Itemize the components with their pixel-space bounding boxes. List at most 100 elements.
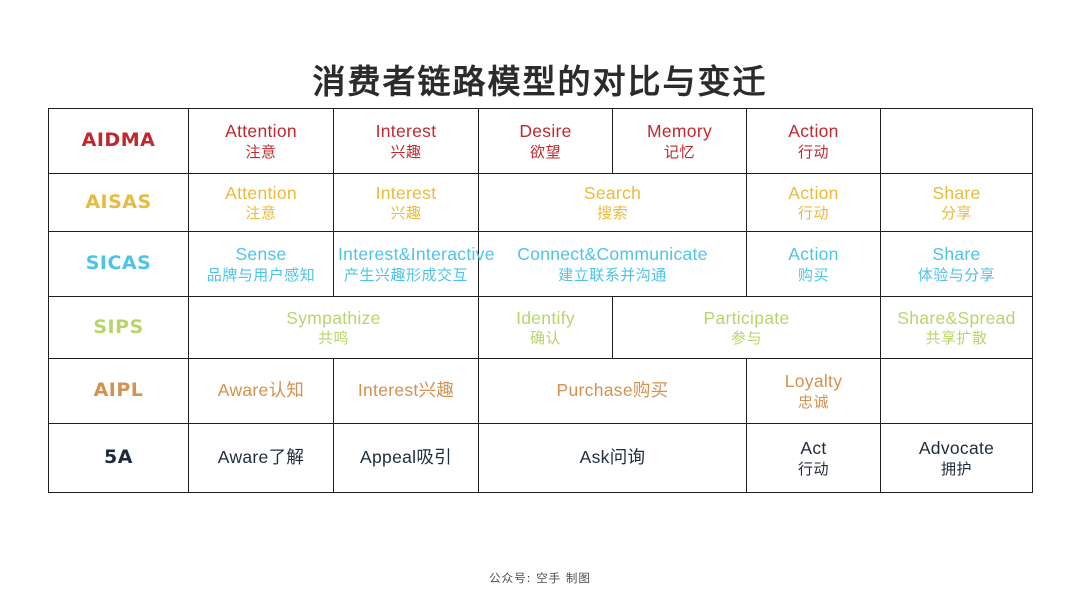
stage-text: Purchase购买: [556, 380, 669, 401]
stage-name-en: Share: [932, 244, 981, 265]
stage-cell: Participate 参与: [612, 296, 881, 359]
stage-cell: Connect&Communicate 建立联系并沟通: [478, 231, 747, 297]
stage-name-cn: 兴趣: [390, 204, 422, 223]
stage-name-cn: 共鸣: [317, 329, 349, 348]
stage-cell: Search 搜索: [478, 173, 747, 232]
stage-name-cn: 行动: [797, 142, 829, 161]
stage-cell: Purchase购买: [478, 358, 747, 424]
table-row: SICAS Sense 品牌与用户感知 Interest&Interactive 产生兴…: [48, 231, 1033, 297]
stage-name-en: Share&Spread: [897, 307, 1016, 328]
stage-name-en: Sympathize: [286, 307, 381, 328]
stage-name-en: Identify: [516, 307, 575, 328]
stage-name-en: Action: [788, 182, 839, 203]
model-label: AIPL: [93, 379, 144, 402]
stage-cell: Act 行动: [746, 423, 881, 493]
stage-name-en: Search: [583, 182, 642, 203]
stage-name-cn: 建立联系并沟通: [558, 265, 667, 284]
stage-name-cn: 兴趣: [390, 142, 422, 161]
stage-name-cn: 搜索: [596, 204, 628, 223]
stage-name-en: Interest&Interactive: [338, 244, 495, 265]
table-row: SIPS Sympathize 共鸣 Identify 确认 Participate 参与 S…: [48, 296, 1033, 359]
stage-name-cn: 参与: [730, 329, 762, 348]
stage-name-en: Attention: [225, 182, 297, 203]
stage-cell: Ask问询: [478, 423, 747, 493]
stage-cell-empty: [880, 358, 1033, 424]
stage-name-en: Participate: [703, 307, 790, 328]
stage-name-en: Connect&Communicate: [517, 244, 708, 265]
stage-name-cn: 品牌与用户感知: [206, 265, 316, 284]
stage-text: Interest兴趣: [357, 380, 455, 401]
stage-name-cn: 体验与分享: [917, 265, 996, 284]
model-label: SICAS: [85, 252, 152, 275]
stage-name-en: Act: [800, 438, 827, 459]
stage-cell: Advocate 拥护: [880, 423, 1033, 493]
stage-name-en: Loyalty: [784, 371, 843, 392]
stage-name-en: Advocate: [918, 438, 995, 459]
stage-cell: Appeal吸引: [333, 423, 479, 493]
footer-credit: 公众号: 空手 制图: [489, 571, 591, 585]
stage-name-en: Attention: [225, 121, 297, 142]
model-label-cell: 5A: [48, 423, 189, 493]
table-row: AISAS Attention 注意 Interest 兴趣 Search 搜索 Action…: [48, 173, 1033, 232]
page-title: 消费者链路模型的对比与变迁: [312, 62, 768, 102]
stage-name-en: Sense: [235, 244, 287, 265]
stage-cell: Sense 品牌与用户感知: [188, 231, 334, 297]
stage-cell: Action 行动: [746, 173, 881, 232]
stage-name-cn: 分享: [940, 204, 972, 223]
stage-name-cn: 确认: [529, 329, 561, 348]
stage-name-en: Desire: [519, 121, 572, 142]
stage-name-en: Share: [932, 182, 981, 203]
stage-text: Aware认知: [217, 380, 305, 401]
model-label-cell: AISAS: [48, 173, 189, 232]
model-label: SIPS: [93, 315, 144, 338]
stage-cell: Share 分享: [880, 173, 1033, 232]
table-row: AIDMA Attention 注意 Interest 兴趣 Desire 欲望 Memory…: [48, 108, 1033, 174]
stage-cell: Loyalty 忠诚: [746, 358, 881, 424]
stage-cell: Action 行动: [746, 108, 881, 174]
stage-text: Ask问询: [579, 447, 646, 468]
stage-name-cn: 注意: [245, 204, 277, 223]
stage-cell: Interest&Interactive 产生兴趣形成交互: [333, 231, 495, 297]
stage-name-en: Interest: [375, 121, 437, 142]
stage-name-cn: 欲望: [529, 142, 561, 161]
model-label-cell: SIPS: [48, 296, 189, 359]
consumer-journey-model-table: AIDMA Attention 注意 Interest 兴趣 Desire 欲望 Memory…: [48, 108, 1033, 493]
stage-cell: Interest兴趣: [333, 173, 479, 232]
stage-cell: Action 购买: [746, 231, 881, 297]
stage-name-cn: 行动: [797, 459, 829, 478]
stage-cell: Desire 欲望: [478, 108, 613, 174]
table-row: 5A Aware了解 Appeal吸引 Ask问询 Act 行动 Advocate 拥护: [48, 423, 1033, 493]
stage-name-cn: 产生兴趣形成交互: [343, 265, 468, 284]
stage-name-en: Action: [788, 244, 839, 265]
stage-cell: Aware了解: [188, 423, 334, 493]
stage-cell-empty: [880, 108, 1033, 174]
stage-text: Appeal吸引: [360, 447, 452, 468]
stage-cell: Identify 确认: [478, 296, 613, 359]
stage-name-cn: 注意: [245, 142, 277, 161]
stage-name-cn: 忠诚: [797, 392, 829, 411]
stage-cell: Attention 注意: [188, 173, 334, 232]
stage-name-cn: 购买: [797, 265, 829, 284]
stage-name-en: Interest: [375, 182, 437, 203]
stage-cell: Interest兴趣: [333, 108, 479, 174]
model-label-cell: AIPL: [48, 358, 189, 424]
stage-cell: Share 体验与分享: [880, 231, 1033, 297]
model-label-cell: SICAS: [48, 231, 189, 297]
model-label-cell: AIDMA: [48, 108, 189, 174]
stage-name-en: Action: [788, 121, 839, 142]
stage-name-cn: 行动: [797, 204, 829, 223]
stage-cell: Interest兴趣: [333, 358, 479, 424]
stage-cell: Aware认知: [188, 358, 334, 424]
stage-name-cn: 记忆: [663, 142, 695, 161]
model-label: AIDMA: [81, 129, 156, 152]
stage-name-cn: 共享扩散: [925, 329, 988, 348]
stage-cell: Sympathize 共鸣: [188, 296, 479, 359]
model-label: 5A: [104, 446, 133, 469]
model-label: AISAS: [85, 190, 152, 213]
stage-name-en: Memory: [647, 121, 712, 142]
stage-cell: Attention 注意: [188, 108, 334, 174]
stage-text: Aware了解: [217, 447, 305, 468]
table-row: AIPL Aware认知 Interest兴趣 Purchase购买 Loyalty 忠诚: [48, 358, 1033, 424]
stage-cell: Memory 记忆: [612, 108, 747, 174]
stage-name-cn: 拥护: [940, 459, 972, 478]
